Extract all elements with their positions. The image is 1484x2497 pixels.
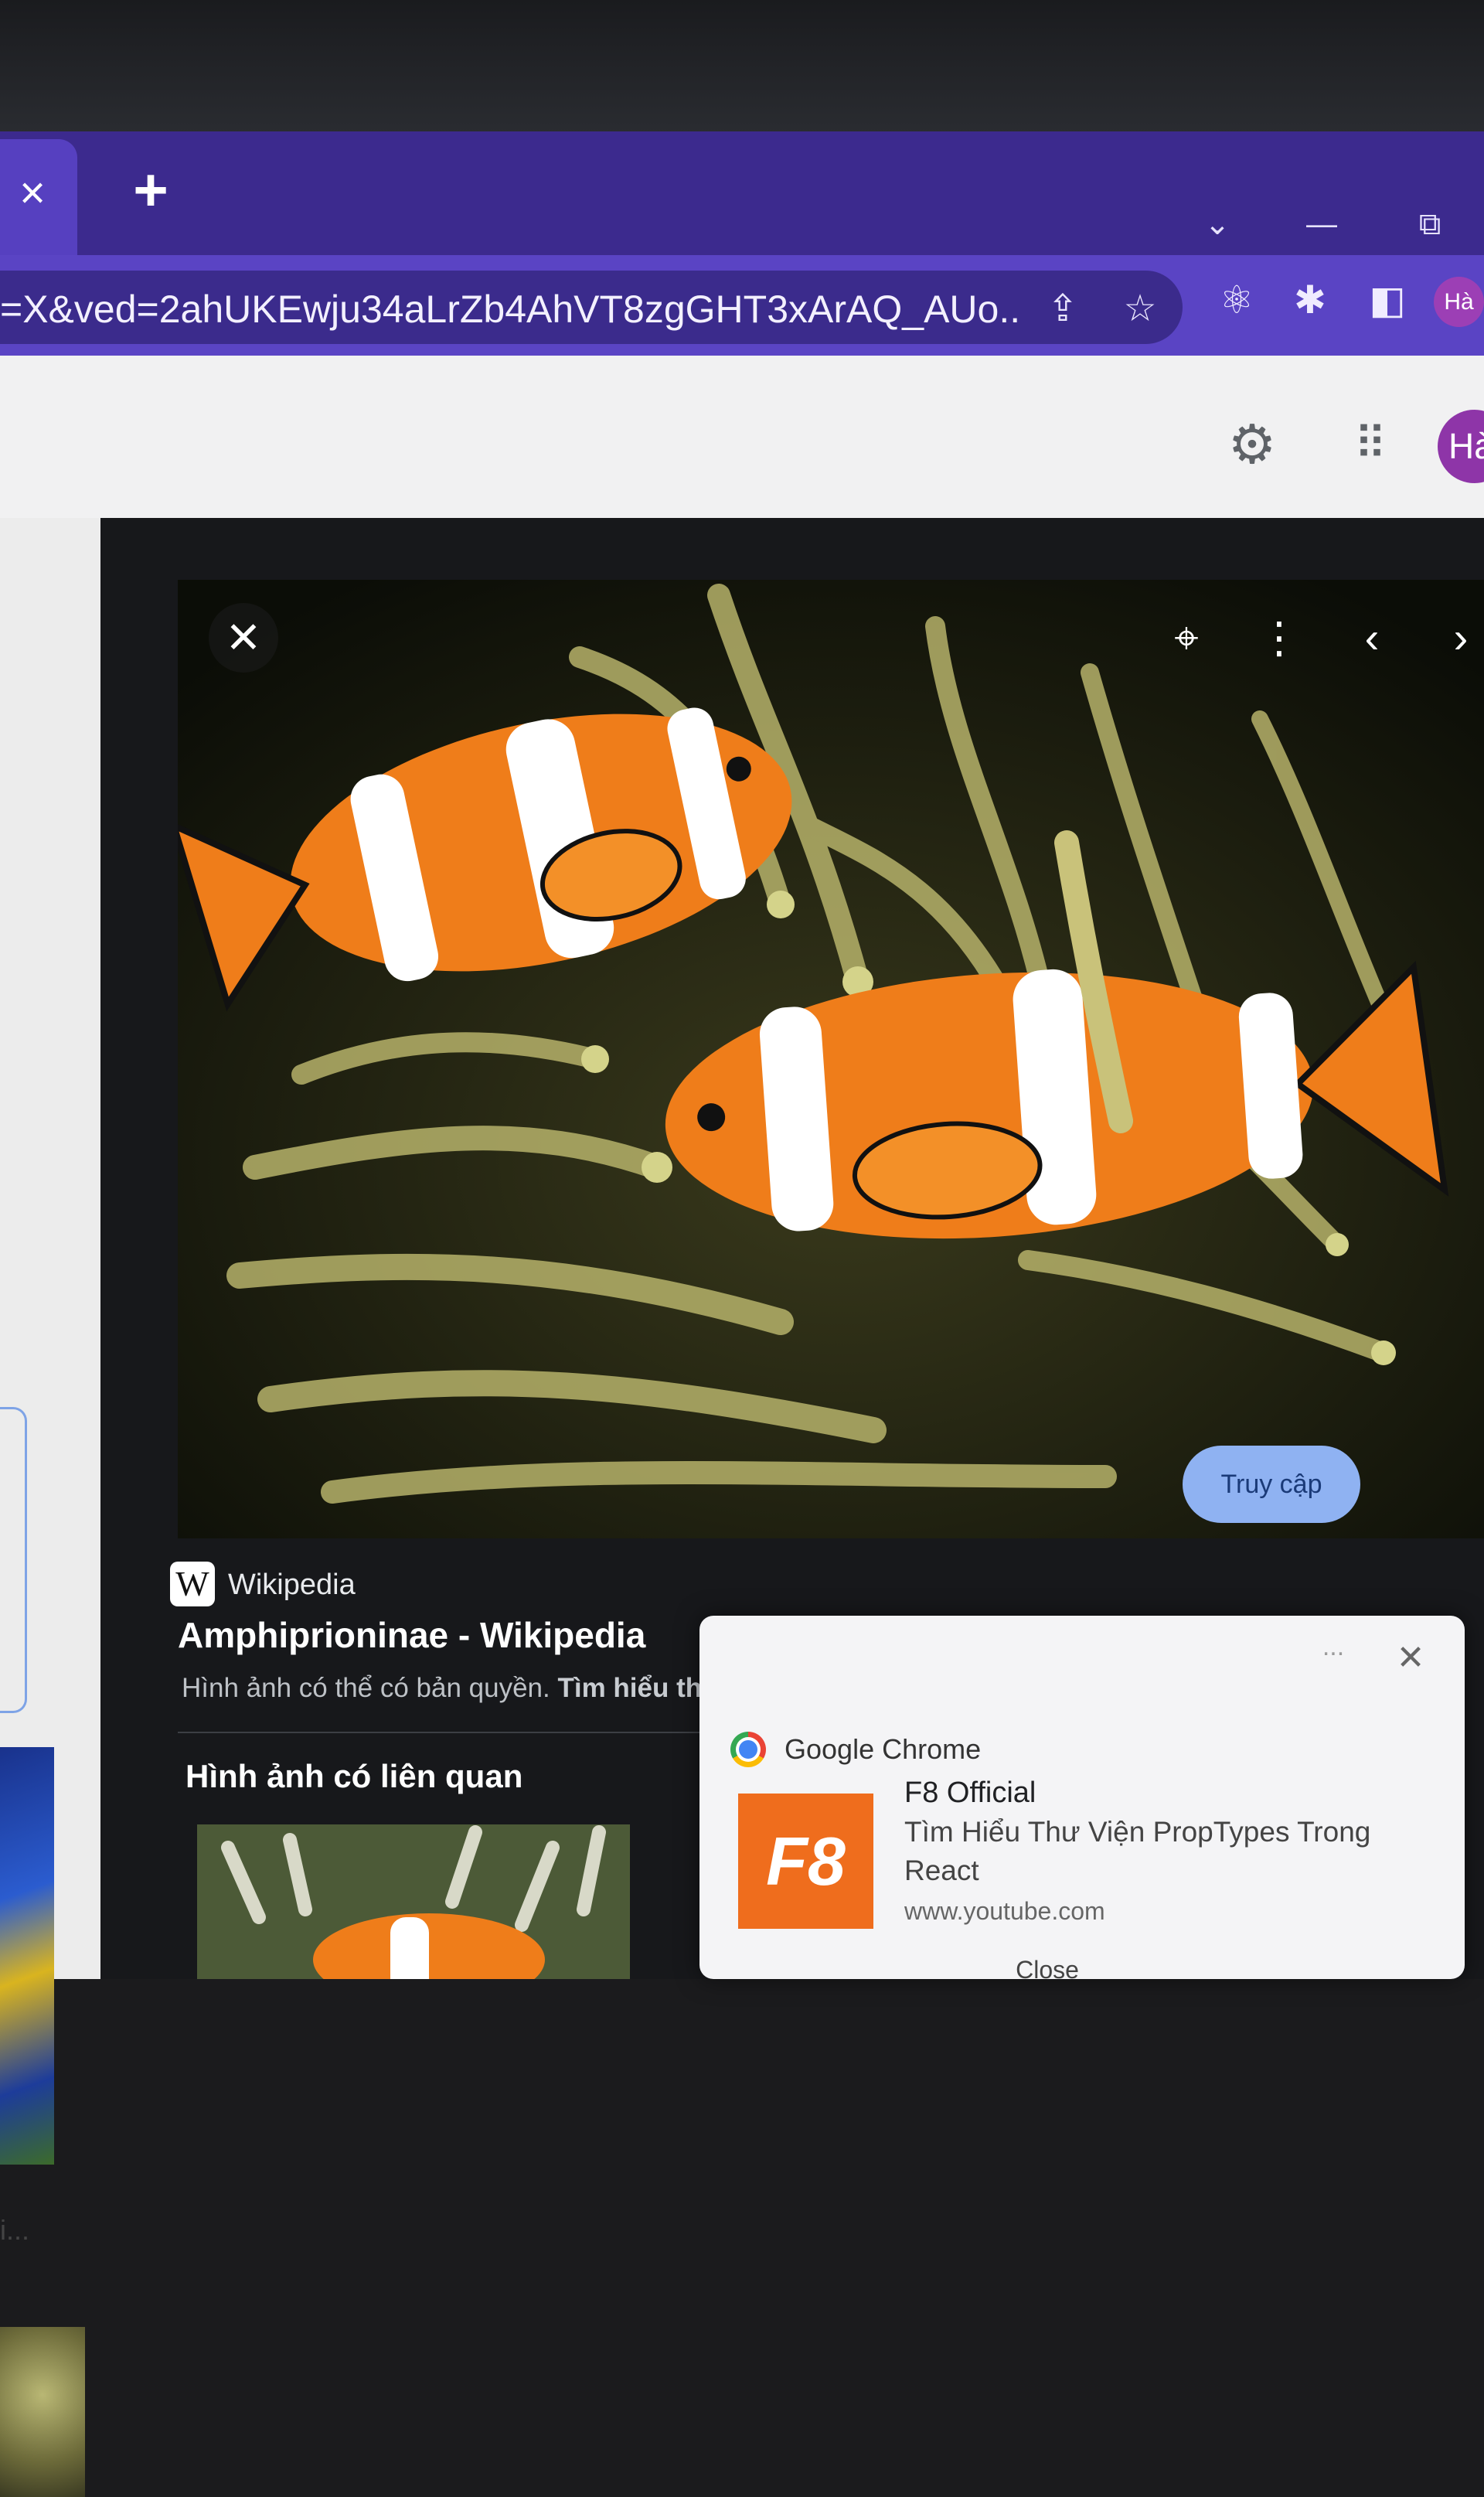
chrome-notification[interactable]: ... ✕ Google Chrome F8 F8 Official Tìm H… bbox=[699, 1616, 1465, 1984]
settings-gear-icon[interactable]: ⚙ bbox=[1225, 417, 1279, 472]
google-lens-icon[interactable]: ⌖ bbox=[1159, 611, 1213, 665]
related-image-thumbnail[interactable] bbox=[197, 1824, 630, 1979]
related-thumbnail-photo bbox=[197, 1824, 630, 1979]
result-thumbnail[interactable] bbox=[0, 2327, 85, 2497]
apps-grid-icon[interactable]: ⠿ bbox=[1341, 417, 1395, 472]
next-image-icon[interactable]: › bbox=[1434, 611, 1484, 665]
monitor-bezel bbox=[0, 0, 1484, 135]
restore-button[interactable]: ⧉ bbox=[1407, 205, 1453, 244]
chrome-logo-icon bbox=[730, 1732, 766, 1767]
notification-message: Tìm Hiểu Thư Viện PropTypes Trong React bbox=[904, 1816, 1371, 1886]
profile-avatar[interactable]: Hà bbox=[1434, 277, 1484, 327]
extensions-puzzle-icon[interactable]: ✱ bbox=[1287, 277, 1333, 323]
source-name[interactable]: Wikipedia bbox=[228, 1566, 460, 1603]
google-header: ⚙ ⠿ Hà bbox=[0, 356, 1484, 518]
notification-sender: F8 Official bbox=[904, 1777, 1036, 1809]
more-options-icon[interactable]: ⋮ bbox=[1252, 611, 1306, 665]
notification-close-icon[interactable]: ✕ bbox=[1387, 1635, 1434, 1681]
active-tab[interactable]: × bbox=[0, 139, 77, 255]
previous-image-icon[interactable]: ‹ bbox=[1345, 611, 1399, 665]
copyright-text: Hình ảnh có thể có bản quyền. bbox=[182, 1673, 550, 1703]
address-bar[interactable]: =X&ved=2ahUKEwju34aLrZb4AhVT8zgGHT3xArAQ… bbox=[0, 271, 1183, 344]
side-panel-icon[interactable]: ◧ bbox=[1364, 277, 1411, 323]
preview-image[interactable]: ✕ ⌖ ⋮ ‹ › bbox=[178, 580, 1484, 1538]
visit-button[interactable]: Truy cập bbox=[1183, 1446, 1360, 1523]
share-icon[interactable]: ⇪ bbox=[1040, 288, 1086, 330]
notification-app-name: Google Chrome bbox=[785, 1733, 982, 1765]
wikipedia-logo-icon: W bbox=[170, 1562, 215, 1606]
tab-close-icon[interactable]: × bbox=[9, 170, 56, 216]
bookmark-star-icon[interactable]: ☆ bbox=[1117, 288, 1163, 330]
new-tab-button[interactable]: + bbox=[124, 159, 178, 220]
close-preview-button[interactable]: ✕ bbox=[209, 603, 278, 673]
result-caption[interactable]: i... bbox=[0, 2211, 46, 2250]
notification-close-button[interactable]: Close bbox=[931, 1954, 1163, 1985]
react-devtools-icon[interactable]: ⚛ bbox=[1213, 277, 1260, 323]
clownfish-photo bbox=[178, 580, 1484, 1538]
tab-search-icon[interactable]: ⌄ bbox=[1194, 205, 1241, 244]
notification-more-icon[interactable]: ... bbox=[1310, 1631, 1356, 1662]
minimize-button[interactable]: — bbox=[1298, 205, 1345, 244]
notification-site: www.youtube.com bbox=[904, 1897, 1105, 1925]
related-images-heading: Hình ảnh có liên quan bbox=[186, 1758, 523, 1794]
results-grid-edge: i... bbox=[0, 518, 100, 2497]
result-thumbnail[interactable] bbox=[0, 1747, 54, 2165]
url-text[interactable]: =X&ved=2ahUKEwju34aLrZb4AhVT8zgGHT3xArAQ… bbox=[0, 286, 1020, 332]
browser-toolbar: =X&ved=2ahUKEwju34aLrZb4AhVT8zgGHT3xArAQ… bbox=[0, 255, 1484, 356]
account-avatar[interactable]: Hà bbox=[1438, 410, 1484, 483]
f8-logo: F8 bbox=[738, 1794, 873, 1929]
tab-strip: × + ⌄ — ⧉ bbox=[0, 131, 1484, 255]
selected-result-outline[interactable] bbox=[0, 1407, 27, 1713]
